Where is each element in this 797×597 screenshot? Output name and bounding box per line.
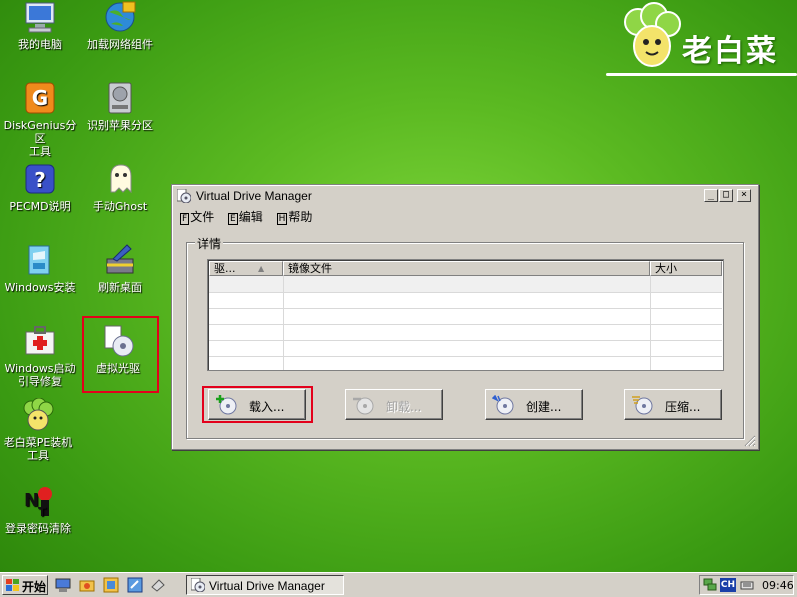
svg-text:T: T	[38, 505, 47, 518]
maximize-button[interactable]: □	[719, 189, 733, 202]
unload-disc-icon	[352, 395, 374, 415]
quicklaunch-tools-icon[interactable]	[103, 577, 119, 593]
column-divider	[650, 276, 651, 370]
quicklaunch-folder-icon[interactable]	[79, 577, 95, 593]
quicklaunch-settings-icon[interactable]	[127, 577, 143, 593]
desktop-icon-label: 登录密码清除	[5, 522, 71, 535]
compress-button-label: 压缩...	[665, 400, 701, 414]
desktop-icon-network[interactable]: 加载网络组件	[80, 0, 160, 51]
svg-text:?: ?	[34, 168, 46, 192]
sort-ascending-icon: ▲	[258, 264, 265, 273]
network-globe-icon	[103, 0, 137, 34]
first-aid-icon	[23, 324, 57, 358]
unload-button-label: 卸载...	[386, 400, 422, 414]
hard-disk-icon	[103, 81, 137, 115]
quicklaunch-eraser-icon[interactable]	[150, 577, 166, 593]
column-header-size[interactable]: 大小	[650, 261, 722, 276]
taskbar-button-virtual-drive-manager[interactable]: Virtual Drive Manager	[186, 575, 344, 595]
window-titlebar[interactable]: Virtual Drive Manager _ □ ×	[174, 187, 756, 205]
disc-icon	[190, 577, 206, 593]
column-divider	[283, 276, 284, 370]
diskgenius-icon: G	[23, 81, 57, 115]
desktop-icon-label: 老白菜PE装机 工具	[3, 436, 73, 462]
desktop-icon-label: 识别苹果分区	[87, 119, 153, 132]
disc-icon	[176, 188, 192, 204]
desktop-icon-windows-install[interactable]: Windows安装	[0, 243, 80, 294]
unload-button[interactable]: 卸载...	[345, 389, 443, 420]
start-label: 开始	[22, 580, 47, 594]
desktop-icon-my-computer[interactable]: 我的电脑	[0, 0, 80, 51]
compress-button[interactable]: 压缩...	[624, 389, 722, 420]
table-row	[209, 292, 722, 309]
cabbage-mascot-icon	[21, 397, 55, 432]
language-indicator[interactable]: CH	[720, 578, 736, 592]
table-row	[209, 356, 722, 370]
windows-flag-icon	[6, 579, 19, 591]
create-button-label: 创建...	[526, 400, 562, 414]
column-header-drive[interactable]: 驱... ▲	[209, 261, 283, 276]
logo-text: 老白菜	[682, 34, 778, 69]
image-list[interactable]: 驱... ▲ 镜像文件 大小	[207, 259, 724, 371]
svg-text:N: N	[24, 490, 39, 511]
desktop-icon-boot-repair[interactable]: Windows启动 引导修复	[0, 324, 80, 388]
desktop-icon-pe-installer[interactable]: 老白菜PE装机 工具	[0, 397, 78, 462]
taskbar-button-label: Virtual Drive Manager	[209, 579, 325, 593]
menu-file[interactable]: F 文件	[180, 210, 214, 225]
column-header-image-file[interactable]: 镜像文件	[283, 261, 650, 276]
broom-icon	[103, 243, 137, 277]
desktop-icon-label: 我的电脑	[18, 38, 62, 51]
menubar: F 文件 E 编辑 H 帮助	[180, 208, 322, 225]
desktop-icon-label: DiskGenius分区 工具	[3, 119, 77, 158]
desktop-icon-label: PECMD说明	[9, 200, 71, 213]
cabbage-mascot-logo-icon	[624, 2, 681, 67]
ghost-icon	[103, 162, 137, 196]
window-title: Virtual Drive Manager	[196, 189, 312, 203]
logo-underline	[606, 73, 797, 76]
close-button[interactable]: ×	[737, 189, 751, 202]
desktop-icon-diskgenius[interactable]: G DiskGenius分区 工具	[0, 81, 80, 158]
desktop-icon-label: Windows安装	[4, 281, 76, 294]
desktop-icon-apple-partition[interactable]: 识别苹果分区	[80, 81, 160, 132]
desktop-icon-pecmd-help[interactable]: ? PECMD说明	[0, 162, 80, 213]
highlight-box-virtual-drive	[82, 316, 159, 393]
desktop-icon-manual-ghost[interactable]: 手动Ghost	[80, 162, 160, 213]
my-computer-icon	[23, 0, 57, 34]
table-row	[209, 308, 722, 325]
quicklaunch-computer-icon[interactable]	[55, 577, 71, 593]
resize-grip-icon[interactable]	[744, 435, 756, 447]
keyboard-tray-icon[interactable]	[740, 578, 754, 592]
table-row	[209, 340, 722, 357]
list-header: 驱... ▲ 镜像文件 大小	[209, 261, 722, 276]
minimize-button[interactable]: _	[704, 189, 718, 202]
desktop-icon-password-clear[interactable]: NT 登录密码清除	[0, 484, 78, 535]
windows-install-icon	[23, 243, 57, 277]
desktop-icon-label: 刷新桌面	[98, 281, 142, 294]
laobaicai-logo: 老白菜	[606, 0, 797, 78]
system-tray: CH 09:46	[699, 575, 794, 595]
table-row	[209, 276, 722, 293]
menu-help[interactable]: H 帮助	[276, 210, 312, 225]
highlight-box-load-button	[202, 386, 313, 423]
svg-text:G: G	[32, 86, 48, 110]
desktop-icon-refresh-desktop[interactable]: 刷新桌面	[80, 243, 160, 294]
no-password-icon: NT	[21, 484, 55, 519]
start-button[interactable]: 开始	[2, 575, 48, 595]
menu-edit[interactable]: E 编辑	[228, 210, 263, 225]
details-group-label: 详情	[195, 235, 224, 252]
desktop-icon-label: 手动Ghost	[92, 200, 148, 213]
compress-disc-icon	[631, 395, 653, 415]
help-icon: ?	[23, 162, 57, 196]
desktop-icon-label: 加载网络组件	[87, 38, 153, 51]
taskbar: 开始 Virtual Drive Manager CH 09:46	[0, 572, 797, 597]
network-tray-icon[interactable]	[703, 578, 717, 592]
clock[interactable]: 09:46	[762, 579, 794, 592]
create-disc-icon	[491, 394, 514, 415]
virtual-drive-manager-window: Virtual Drive Manager _ □ × F 文件 E 编辑 H 帮助 …	[171, 184, 759, 450]
create-button[interactable]: 创建...	[485, 389, 583, 420]
table-row	[209, 324, 722, 341]
desktop-icon-label: Windows启动 引导修复	[4, 362, 76, 388]
